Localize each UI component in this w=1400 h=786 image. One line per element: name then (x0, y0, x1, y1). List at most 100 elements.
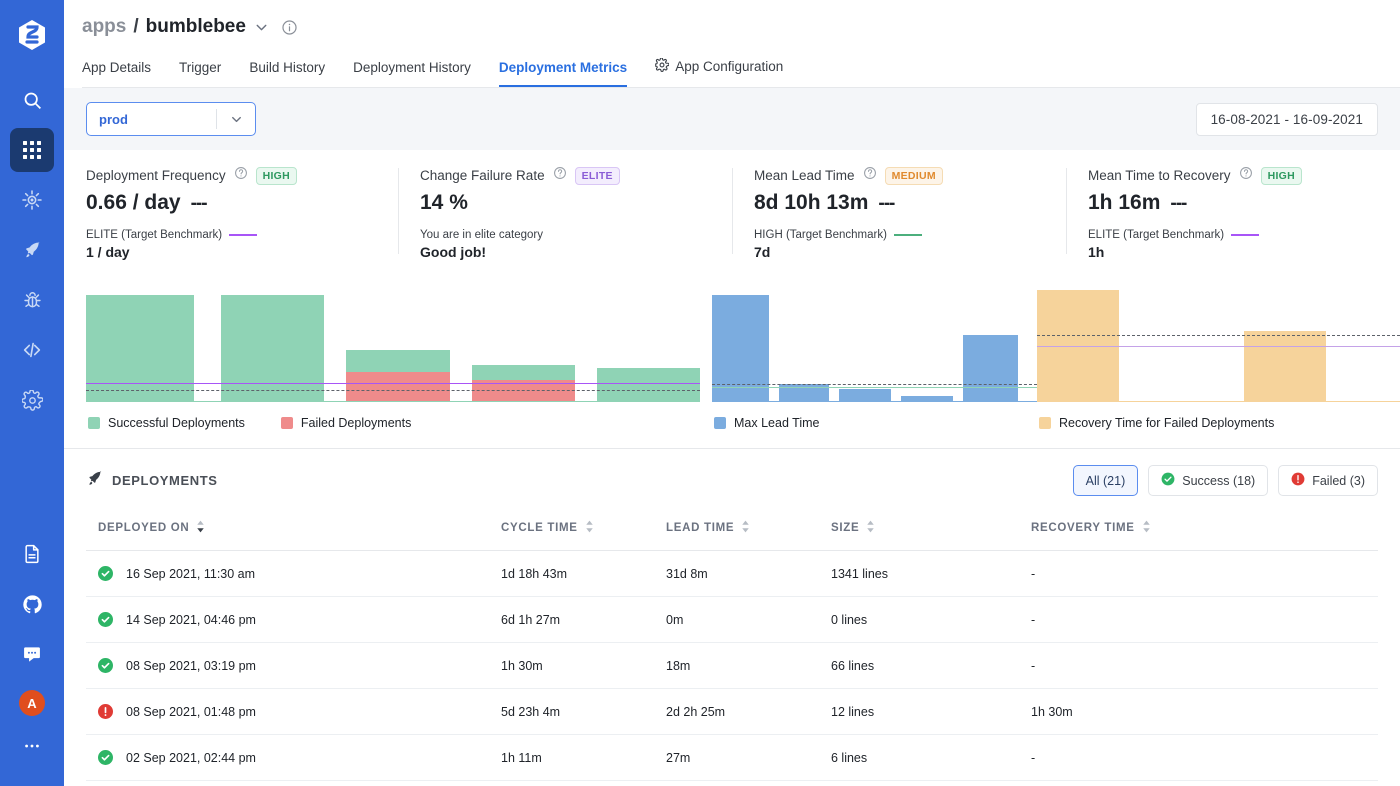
avatar[interactable]: A (19, 690, 45, 716)
cell-lead-time: 2d 2h 25m (666, 689, 831, 735)
metric-benchmark-label: ELITE (Target Benchmark) (1088, 229, 1382, 241)
sidebar-item-chat[interactable] (10, 632, 54, 676)
sort-lead-time[interactable]: LEAD TIME (666, 520, 750, 536)
more-icon (22, 736, 42, 756)
metric-card-deployment-frequency: Deployment Frequency HIGH 0.66 / day ---… (64, 166, 398, 260)
help-icon[interactable] (1239, 166, 1253, 185)
sort-size[interactable]: SIZE (831, 520, 875, 536)
benchmark-line-high (712, 387, 1037, 388)
info-icon[interactable] (281, 19, 298, 36)
sidebar-item-security[interactable] (10, 278, 54, 322)
column-header-cycle-time: CYCLE TIME (501, 510, 666, 551)
metric-title: Deployment Frequency (86, 168, 226, 183)
help-icon[interactable] (863, 166, 877, 185)
chevron-down-icon[interactable] (253, 19, 270, 36)
tab-app-configuration[interactable]: App Configuration (655, 52, 783, 87)
filter-all-button[interactable]: All (21) (1073, 465, 1139, 496)
cell-lead-time: 18m (666, 643, 831, 689)
cell-deployed-on: 08 Sep 2021, 03:19 pm (86, 643, 501, 689)
sort-deployed-on[interactable]: DEPLOYED ON (98, 520, 205, 536)
tab-deployment-history[interactable]: Deployment History (353, 54, 471, 87)
check-circle-icon (98, 658, 113, 673)
sort-recovery-time[interactable]: RECOVERY TIME (1031, 520, 1151, 536)
metric-header: Mean Lead Time MEDIUM (754, 166, 1048, 185)
metric-value-row: 8d 10h 13m --- (754, 191, 1048, 215)
legend-swatch (714, 417, 726, 429)
sidebar-item-search[interactable] (10, 78, 54, 122)
cell-cycle-time: 1d 18h 43m (501, 551, 666, 597)
chart-max-lead-time: Max Lead Time (712, 280, 1037, 430)
sidebar-item-code[interactable] (10, 328, 54, 372)
sidebar-item-more[interactable] (10, 724, 54, 768)
column-label: RECOVERY TIME (1031, 522, 1135, 534)
legend-label: Recovery Time for Failed Deployments (1059, 416, 1274, 430)
sort-icon (585, 520, 594, 536)
column-header-lead-time: LEAD TIME (666, 510, 831, 551)
table-head: DEPLOYED ON CYCLE TIME (86, 510, 1378, 551)
error-circle-icon (98, 704, 113, 719)
filter-success-button[interactable]: Success (18) (1148, 465, 1268, 496)
document-icon (22, 544, 42, 564)
cell-size: 1341 lines (831, 551, 1031, 597)
cell-deployed-on: 16 Sep 2021, 11:30 am (86, 551, 501, 597)
sort-cycle-time[interactable]: CYCLE TIME (501, 520, 594, 536)
bar-column[interactable] (1037, 280, 1119, 402)
cell-recovery-time: 1h 30m (1031, 689, 1378, 735)
sidebar-item-deployments[interactable] (10, 228, 54, 272)
sidebar-item-docs[interactable] (10, 532, 54, 576)
benchmark-text: You are in elite category (420, 229, 543, 241)
tab-build-history[interactable]: Build History (249, 54, 325, 87)
environment-select[interactable]: prod (86, 102, 256, 136)
tab-deployment-metrics[interactable]: Deployment Metrics (499, 54, 627, 87)
bar-column[interactable] (1244, 280, 1326, 402)
metric-card-change-failure-rate: Change Failure Rate ELITE 14 % You are i… (398, 166, 732, 260)
tab-label: App Configuration (675, 59, 783, 74)
help-icon[interactable] (553, 166, 567, 185)
devtron-logo-icon[interactable] (15, 18, 49, 52)
metric-value-row: 0.66 / day --- (86, 191, 380, 215)
table-body: 16 Sep 2021, 11:30 am 1d 18h 43m 31d 8m … (86, 551, 1378, 781)
check-circle-icon (98, 750, 113, 765)
date-range-picker[interactable]: 16-08-2021 - 16-09-2021 (1196, 103, 1378, 136)
metric-benchmark-value: 1 / day (86, 244, 380, 260)
metric-title: Mean Time to Recovery (1088, 168, 1231, 183)
sidebar-item-github[interactable] (10, 582, 54, 626)
status-badge: ELITE (575, 167, 620, 185)
legend-item: Successful Deployments (88, 416, 245, 430)
metric-value: 8d 10h 13m (754, 191, 868, 215)
column-label: CYCLE TIME (501, 522, 578, 534)
metric-value-row: 1h 16m --- (1088, 191, 1382, 215)
tab-app-details[interactable]: App Details (82, 54, 151, 87)
table-row[interactable]: 02 Sep 2021, 02:44 pm 1h 11m 27m 6 lines… (86, 735, 1378, 781)
check-circle-icon (1161, 472, 1175, 489)
legend-label: Successful Deployments (108, 416, 245, 430)
check-circle-icon (98, 612, 113, 627)
status-badge: HIGH (1261, 167, 1302, 185)
rocket-icon (22, 240, 42, 260)
metric-benchmark-label: HIGH (Target Benchmark) (754, 229, 1048, 241)
filter-failed-button[interactable]: Failed (3) (1278, 465, 1378, 496)
help-icon[interactable] (234, 166, 248, 185)
sidebar-item-global-configurations[interactable] (10, 378, 54, 422)
bars-group (1037, 280, 1400, 402)
sidebar-item-applications[interactable] (10, 128, 54, 172)
bar-segment-successful (472, 365, 575, 380)
table-row[interactable]: 16 Sep 2021, 11:30 am 1d 18h 43m 31d 8m … (86, 551, 1378, 597)
tab-trigger[interactable]: Trigger (179, 54, 221, 87)
legend-swatch (281, 417, 293, 429)
cell-size: 66 lines (831, 643, 1031, 689)
metric-header: Change Failure Rate ELITE (420, 166, 714, 185)
sidebar-item-charts[interactable] (10, 178, 54, 222)
table-row[interactable]: 14 Sep 2021, 04:46 pm 6d 1h 27m 0m 0 lin… (86, 597, 1378, 643)
deployments-title-group: DEPLOYMENTS (86, 470, 218, 492)
cell-cycle-time: 1h 11m (501, 735, 666, 781)
chevron-down-icon[interactable] (217, 112, 255, 127)
table-row[interactable]: 08 Sep 2021, 01:48 pm 5d 23h 4m 2d 2h 25… (86, 689, 1378, 735)
table-row[interactable]: 08 Sep 2021, 03:19 pm 1h 30m 18m 66 line… (86, 643, 1378, 689)
metric-card-mean-time-to-recovery: Mean Time to Recovery HIGH 1h 16m --- EL… (1066, 166, 1400, 260)
cell-lead-time: 27m (666, 735, 831, 781)
chart-axis (86, 401, 700, 403)
breadcrumb-apps[interactable]: apps (82, 16, 126, 38)
cell-size: 6 lines (831, 735, 1031, 781)
metric-trend: --- (878, 193, 894, 215)
